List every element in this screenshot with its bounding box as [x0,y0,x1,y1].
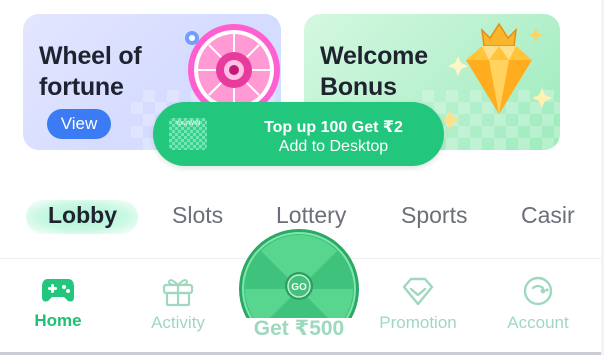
spin-go-text: GO [291,282,307,293]
nav-activity[interactable]: Activity [128,275,228,333]
tab-sports[interactable]: Sports [401,202,467,229]
tab-slots[interactable]: Slots [172,202,223,229]
view-button[interactable]: View [47,109,111,139]
diamond-icon [402,277,434,306]
topup-offer-text: Top up 100 Get ₹2 [264,119,403,136]
add-to-desktop-text: Add to Desktop [278,138,389,155]
nav-activity-label: Activity [151,313,205,332]
topup-add-to-desktop-banner[interactable]: YourWIN Top up 100 Get ₹2 Add to Desktop [153,102,444,166]
tab-casino[interactable]: Casir [521,202,575,229]
app-logo: YourWIN [169,118,207,150]
nav-home-label: Home [34,311,82,330]
nav-home[interactable]: Home [8,275,108,331]
spin-wheel-button[interactable]: GO [236,226,362,318]
crown-diamond-icon [444,22,552,130]
nav-promotion[interactable]: Promotion [368,275,468,333]
wheel-card-title: Wheel of fortune [39,42,142,101]
tab-lottery[interactable]: Lottery [276,202,346,229]
spin-reward-label: Get ₹500 [253,317,345,340]
nav-account[interactable]: Account [488,275,588,333]
bonus-card-title: Welcome Bonus [320,42,428,101]
nav-promotion-label: Promotion [379,313,457,332]
tab-lobby[interactable]: Lobby [48,202,117,229]
account-icon [523,276,553,306]
nav-account-label: Account [507,313,569,332]
gift-icon [162,279,194,307]
gamepad-icon [42,279,74,302]
